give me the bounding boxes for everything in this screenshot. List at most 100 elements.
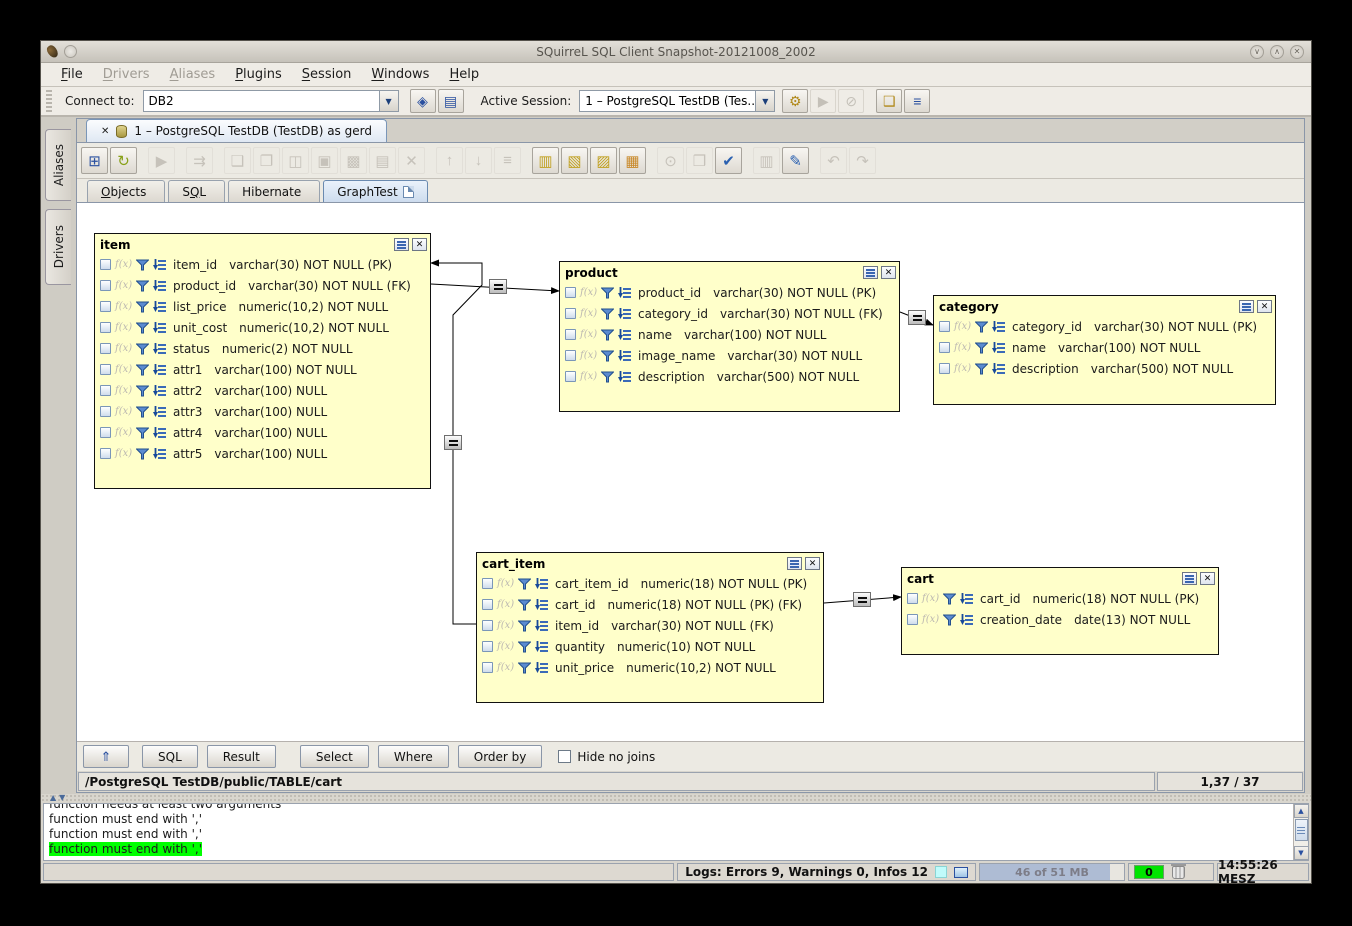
- column-checkbox[interactable]: [565, 308, 576, 319]
- filter-icon[interactable]: [136, 427, 149, 439]
- column-checkbox[interactable]: [100, 343, 111, 354]
- reformat-icon[interactable]: ⇉: [186, 147, 213, 174]
- list-icon[interactable]: ≡: [494, 147, 521, 174]
- column-checkbox[interactable]: [100, 301, 111, 312]
- memory-gauge[interactable]: 46 of 51 MB: [979, 863, 1125, 881]
- table-columns-icon[interactable]: [863, 266, 878, 279]
- order-icon[interactable]: [960, 614, 974, 626]
- order-icon[interactable]: [618, 287, 632, 299]
- expand-icon[interactable]: ↷: [849, 147, 876, 174]
- column-row[interactable]: f(x)descriptionvarchar(500) NOT NULL: [934, 358, 1275, 379]
- column-row[interactable]: f(x)list_pricenumeric(10,2) NOT NULL: [95, 296, 430, 317]
- column-checkbox[interactable]: [939, 342, 950, 353]
- column-checkbox[interactable]: [100, 259, 111, 270]
- column-checkbox[interactable]: [482, 662, 493, 673]
- copy-table-icon[interactable]: ▨: [590, 147, 617, 174]
- column-checkbox[interactable]: [100, 280, 111, 291]
- order-icon[interactable]: [153, 448, 167, 460]
- graph-mode-button[interactable]: Order by: [458, 745, 543, 768]
- column-row[interactable]: f(x)unit_pricenumeric(10,2) NOT NULL: [477, 657, 823, 678]
- entity-table-cart[interactable]: cart✕f(x)cart_idnumeric(18) NOT NULL (PK…: [901, 567, 1219, 655]
- function-icon[interactable]: f(x): [580, 371, 597, 382]
- column-checkbox[interactable]: [565, 350, 576, 361]
- move-up-icon[interactable]: ↑: [436, 147, 463, 174]
- filter-icon[interactable]: [518, 599, 531, 611]
- graph-mode-button[interactable]: SQL: [142, 745, 198, 768]
- order-icon[interactable]: [618, 329, 632, 341]
- menu-item[interactable]: Aliases: [160, 65, 226, 84]
- function-icon[interactable]: f(x): [497, 641, 514, 652]
- entity-table-header[interactable]: category✕: [934, 296, 1275, 316]
- column-row[interactable]: f(x)cart_idnumeric(18) NOT NULL (PK): [902, 588, 1218, 609]
- scroll-up-icon[interactable]: ▲: [1294, 804, 1309, 818]
- function-icon[interactable]: f(x): [115, 301, 132, 312]
- log-message[interactable]: function must end with ',': [49, 812, 1293, 827]
- graph-canvas[interactable]: item✕f(x)item_idvarchar(30) NOT NULL (PK…: [77, 202, 1304, 741]
- function-icon[interactable]: f(x): [497, 662, 514, 673]
- filter-icon[interactable]: [601, 350, 614, 362]
- order-icon[interactable]: [153, 280, 167, 292]
- column-checkbox[interactable]: [565, 329, 576, 340]
- order-icon[interactable]: [535, 662, 549, 674]
- filter-icon[interactable]: [136, 259, 149, 271]
- paste-table-icon[interactable]: ▦: [619, 147, 646, 174]
- chevron-down-icon[interactable]: ▼: [379, 91, 398, 111]
- add-table-icon[interactable]: ▥: [532, 147, 559, 174]
- view-tab[interactable]: Objects: [87, 180, 165, 202]
- save-as-icon[interactable]: ▩: [340, 147, 367, 174]
- column-checkbox[interactable]: [100, 364, 111, 375]
- column-checkbox[interactable]: [939, 363, 950, 374]
- order-icon[interactable]: [153, 385, 167, 397]
- filter-icon[interactable]: [518, 620, 531, 632]
- maximize-button[interactable]: ∧: [1270, 45, 1284, 59]
- garbage-collect-icon[interactable]: [1172, 866, 1185, 879]
- order-icon[interactable]: [153, 427, 167, 439]
- filter-icon[interactable]: [601, 329, 614, 341]
- order-icon[interactable]: [535, 620, 549, 632]
- column-checkbox[interactable]: [907, 614, 918, 625]
- print-icon[interactable]: ▤: [369, 147, 396, 174]
- active-session-combo[interactable]: 1 – PostgreSQL TestDB (Tes... ▼: [579, 90, 775, 112]
- menu-item[interactable]: Windows: [361, 65, 439, 84]
- run-icon[interactable]: ▶: [148, 147, 175, 174]
- column-checkbox[interactable]: [100, 448, 111, 459]
- column-row[interactable]: f(x)statusnumeric(2) NOT NULL: [95, 338, 430, 359]
- scrollbar-track[interactable]: [1294, 818, 1309, 846]
- function-icon[interactable]: f(x): [115, 259, 132, 270]
- column-row[interactable]: f(x)attr4varchar(100) NULL: [95, 422, 430, 443]
- filter-icon[interactable]: [136, 364, 149, 376]
- filter-icon[interactable]: [136, 343, 149, 355]
- run-session-icon[interactable]: ▶: [810, 89, 836, 113]
- order-icon[interactable]: [535, 641, 549, 653]
- column-row[interactable]: f(x)cart_idnumeric(18) NOT NULL (PK) (FK…: [477, 594, 823, 615]
- column-checkbox[interactable]: [100, 385, 111, 396]
- column-row[interactable]: f(x)category_idvarchar(30) NOT NULL (FK): [560, 303, 899, 324]
- menu-item[interactable]: Help: [439, 65, 489, 84]
- column-row[interactable]: f(x)cart_item_idnumeric(18) NOT NULL (PK…: [477, 573, 823, 594]
- filter-icon[interactable]: [943, 614, 956, 626]
- table-close-icon[interactable]: ✕: [1200, 572, 1215, 585]
- select-table-icon[interactable]: ▧: [561, 147, 588, 174]
- function-icon[interactable]: f(x): [115, 343, 132, 354]
- column-checkbox[interactable]: [482, 578, 493, 589]
- column-row[interactable]: f(x)product_idvarchar(30) NOT NULL (FK): [95, 275, 430, 296]
- function-icon[interactable]: f(x): [115, 406, 132, 417]
- order-icon[interactable]: [992, 363, 1006, 375]
- table-close-icon[interactable]: ✕: [412, 238, 427, 251]
- rollback-icon[interactable]: ↻: [110, 147, 137, 174]
- graph-mode-button[interactable]: Select: [300, 745, 369, 768]
- table-close-icon[interactable]: ✕: [1257, 300, 1272, 313]
- function-icon[interactable]: f(x): [922, 593, 939, 604]
- filter-icon[interactable]: [601, 287, 614, 299]
- log-message[interactable]: function must end with ',': [49, 827, 1293, 842]
- log-message[interactable]: function must end with ',': [49, 842, 1293, 857]
- menu-item[interactable]: Session: [292, 65, 362, 84]
- entity-table-header[interactable]: cart✕: [902, 568, 1218, 588]
- save-icon[interactable]: ▣: [311, 147, 338, 174]
- minimize-button[interactable]: ∨: [1250, 45, 1264, 59]
- order-icon[interactable]: [153, 301, 167, 313]
- filter-icon[interactable]: [975, 363, 988, 375]
- filter-icon[interactable]: [975, 321, 988, 333]
- filter-icon[interactable]: [136, 385, 149, 397]
- column-checkbox[interactable]: [482, 620, 493, 631]
